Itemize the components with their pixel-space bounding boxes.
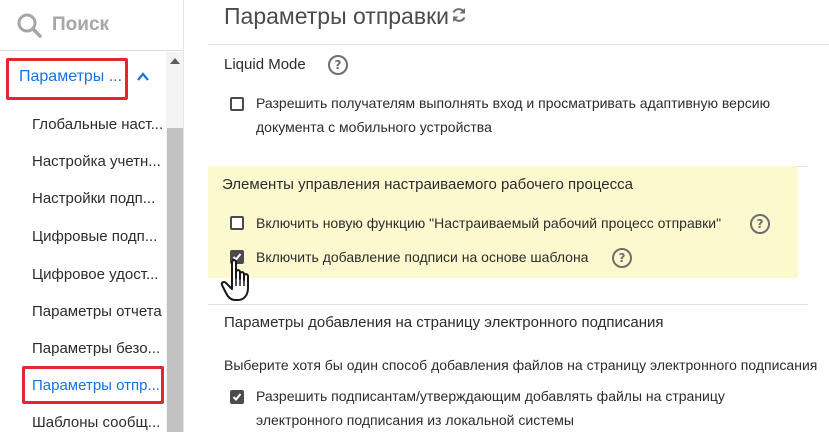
sidebar-item-message-templates[interactable]: Шаблоны сообщ... — [32, 414, 162, 431]
custom-workflow-checkbox[interactable] — [230, 216, 244, 230]
esign-description: Выберите хотя бы один способ добавления … — [224, 357, 818, 373]
liquid-mode-heading: Liquid Mode — [224, 56, 306, 73]
help-icon[interactable]: ? — [328, 55, 348, 75]
sidebar-item-report[interactable]: Параметры отчета — [32, 303, 162, 320]
sidebar-group-label: Параметры ... — [19, 68, 123, 85]
sidebar-item-digital-signatures[interactable]: Цифровые подп... — [32, 228, 162, 245]
esign-local-files-line1: Разрешить подписантам/утверждающим добав… — [256, 388, 725, 404]
sidebar-item-global[interactable]: Глобальные наст... — [32, 116, 162, 133]
main-content: Параметры отправки Liquid Mode ? Разреши… — [184, 0, 829, 432]
sidebar-item-security[interactable]: Параметры безо... — [32, 340, 162, 357]
chevron-up-icon — [137, 72, 149, 81]
sidebar-group-send-settings[interactable]: Параметры ... — [6, 58, 158, 100]
liquid-mode-option-line1: Разрешить получателям выполнять вход и п… — [256, 95, 771, 111]
help-icon[interactable]: ? — [612, 248, 632, 268]
page-title: Параметры отправки — [224, 3, 449, 29]
sidebar: Поиск Параметры ... Глобальные наст... Н… — [0, 0, 184, 432]
liquid-mode-option-line2: документа с мобильного устройства — [256, 119, 492, 135]
esign-local-files-line2: электронного подписания из локальной сис… — [256, 412, 574, 428]
search-icon — [17, 13, 42, 38]
sidebar-scroll-thumb[interactable] — [167, 128, 183, 432]
title-divider — [208, 44, 829, 45]
esign-heading: Параметры добавления на страницу электро… — [224, 314, 664, 331]
scroll-up-arrow-icon[interactable] — [170, 58, 180, 64]
template-signature-label: Включить добавление подписи на основе ша… — [256, 249, 589, 265]
custom-workflow-label: Включить новую функцию "Настраиваемый ра… — [256, 215, 722, 231]
hand-cursor-icon — [220, 259, 249, 301]
sidebar-item-send-settings[interactable]: Параметры отпр... — [32, 377, 162, 394]
workflow-heading: Элементы управления настраиваемого рабоч… — [222, 176, 633, 193]
sidebar-item-account[interactable]: Настройка учетн... — [32, 153, 162, 170]
sidebar-item-signature[interactable]: Настройки подп... — [32, 190, 162, 207]
search-field[interactable]: Поиск — [16, 10, 109, 40]
liquid-mode-checkbox[interactable] — [230, 97, 244, 111]
search-placeholder: Поиск — [52, 14, 110, 35]
esign-local-files-checkbox[interactable] — [230, 390, 244, 404]
sidebar-item-digital-identity[interactable]: Цифровое удост... — [32, 266, 162, 283]
help-icon[interactable]: ? — [750, 214, 770, 234]
checkmark-icon — [232, 393, 242, 401]
section-divider — [208, 304, 808, 305]
search-divider — [0, 50, 183, 51]
refresh-icon[interactable] — [450, 6, 468, 24]
